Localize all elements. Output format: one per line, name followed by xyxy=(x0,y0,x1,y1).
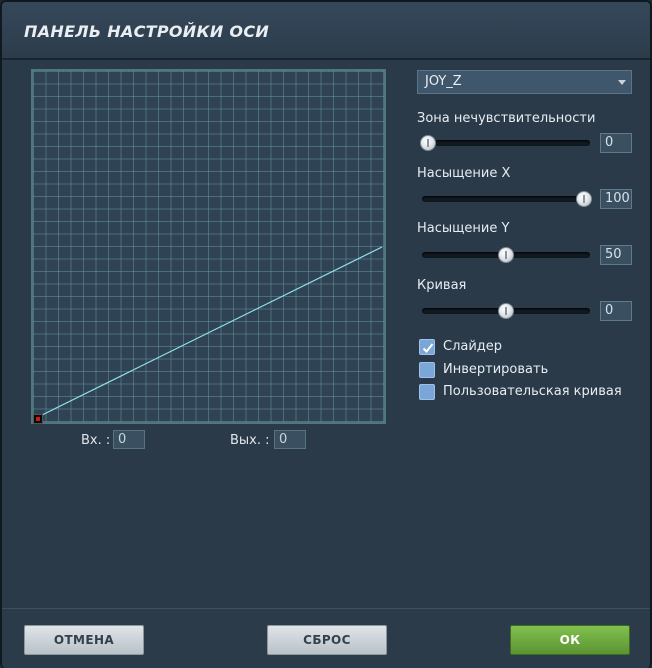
deadzone-label: Зона нечувствительности xyxy=(417,111,596,126)
deadzone-value-field[interactable]: 0 xyxy=(600,133,632,153)
saturation-y-slider[interactable] xyxy=(422,247,590,263)
invert-checkbox[interactable] xyxy=(419,362,435,378)
curvature-value-field[interactable]: 0 xyxy=(600,301,632,321)
ok-button[interactable]: ОК xyxy=(510,625,630,655)
slider-checkbox[interactable] xyxy=(419,339,435,355)
input-value-field: 0 xyxy=(113,430,145,449)
saturation-y-slider-thumb[interactable] xyxy=(498,247,514,263)
axis-select-value: JOY_Z xyxy=(425,74,462,89)
saturation-x-slider-thumb[interactable] xyxy=(576,191,592,207)
dialog-title: ПАНЕЛЬ НАСТРОЙКИ ОСИ xyxy=(24,22,270,41)
input-label: Вх. : xyxy=(81,433,111,448)
slider-checkbox-label: Слайдер xyxy=(443,339,503,354)
custom-curve-checkbox-label: Пользовательская кривая xyxy=(443,384,622,399)
saturation-x-value-field[interactable]: 100 xyxy=(600,189,632,209)
output-label: Вых. : xyxy=(230,433,270,448)
axis-select-dropdown[interactable]: JOY_Z xyxy=(417,70,632,94)
title-bar: ПАНЕЛЬ НАСТРОЙКИ ОСИ xyxy=(2,2,650,60)
saturation-y-value-field[interactable]: 50 xyxy=(600,245,632,265)
curve-svg xyxy=(37,246,383,418)
saturation-x-slider[interactable] xyxy=(422,191,592,207)
chevron-down-icon xyxy=(618,80,626,85)
curvature-label: Кривая xyxy=(417,278,467,293)
saturation-y-label: Насыщение Y xyxy=(417,221,510,236)
output-value-field: 0 xyxy=(274,430,306,449)
curvature-slider-thumb[interactable] xyxy=(498,303,514,319)
deadzone-slider[interactable] xyxy=(420,135,590,151)
response-curve-graph[interactable] xyxy=(31,69,386,424)
response-curve-line xyxy=(37,246,383,418)
checkmark-icon xyxy=(422,343,434,353)
cancel-button[interactable]: ОТМЕНА xyxy=(24,625,144,655)
curve-point-handle[interactable] xyxy=(33,414,43,424)
curvature-slider[interactable] xyxy=(422,303,590,319)
saturation-x-label: Насыщение X xyxy=(417,166,511,181)
reset-button[interactable]: СБРОС xyxy=(267,625,387,655)
custom-curve-checkbox[interactable] xyxy=(419,384,435,400)
invert-checkbox-label: Инвертировать xyxy=(443,362,549,377)
axis-tuning-dialog: ПАНЕЛЬ НАСТРОЙКИ ОСИ Вх. : 0 Вых. : 0 JO… xyxy=(0,0,652,668)
deadzone-slider-thumb[interactable] xyxy=(420,135,436,151)
